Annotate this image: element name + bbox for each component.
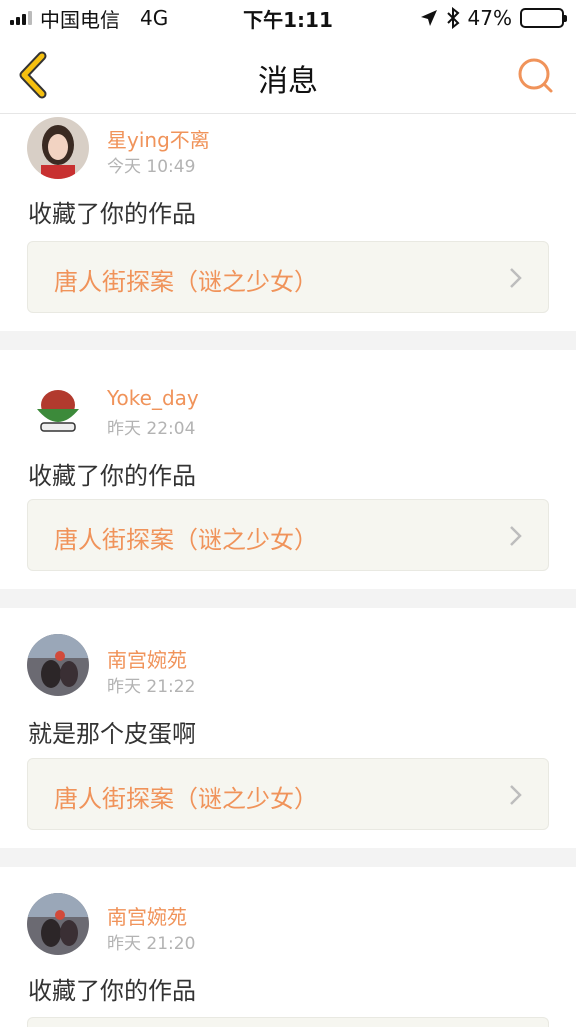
work-title: 唐人街探案（谜之少女）	[54, 268, 318, 296]
signal-icon	[10, 11, 32, 25]
list-item: Yoke_day 昨天 22:04 收藏了你的作品 唐人街探案（谜之少女）	[0, 350, 576, 591]
status-left: 中国电信 4G	[10, 4, 168, 33]
divider	[0, 589, 576, 608]
carrier-name: 中国电信	[40, 7, 120, 32]
chevron-right-icon	[510, 785, 522, 805]
chevron-right-icon	[510, 268, 522, 288]
work-link[interactable]	[27, 1017, 549, 1027]
status-bar: 中国电信 4G 下午1:11 47%	[0, 0, 576, 36]
work-link[interactable]: 唐人街探案（谜之少女）	[27, 241, 549, 313]
username[interactable]: 星ying不离	[107, 124, 210, 153]
work-title: 唐人街探案（谜之少女）	[54, 526, 318, 554]
username[interactable]: 南宫婉苑	[107, 901, 187, 930]
message-text: 收藏了你的作品	[28, 200, 196, 228]
chevron-left-icon[interactable]	[14, 50, 54, 100]
avatar[interactable]	[27, 117, 89, 179]
search-icon[interactable]	[516, 56, 554, 94]
message-text: 收藏了你的作品	[28, 977, 196, 1005]
battery-icon	[520, 8, 567, 28]
network-type: 4G	[140, 6, 169, 30]
timestamp: 昨天 22:04	[107, 419, 196, 439]
list-item: 南宫婉苑 昨天 21:20 收藏了你的作品	[0, 867, 576, 1027]
message-text: 就是那个皮蛋啊	[28, 720, 196, 748]
status-right: 47%	[420, 6, 567, 30]
avatar[interactable]	[27, 379, 89, 441]
work-title: 唐人街探案（谜之少女）	[54, 785, 318, 813]
navigation-bar: 消息	[0, 36, 576, 114]
timestamp: 今天 10:49	[107, 157, 196, 177]
divider	[0, 331, 576, 350]
divider	[0, 848, 576, 867]
location-arrow-icon	[420, 10, 437, 26]
list-item: 星ying不离 今天 10:49 收藏了你的作品 唐人街探案（谜之少女）	[0, 114, 576, 355]
list-item: 南宫婉苑 昨天 21:22 就是那个皮蛋啊 唐人街探案（谜之少女）	[0, 608, 576, 849]
battery-percent: 47%	[467, 6, 512, 30]
message-text: 收藏了你的作品	[28, 462, 196, 490]
avatar[interactable]	[27, 634, 89, 696]
page-title: 消息	[258, 64, 318, 99]
chevron-right-icon	[510, 526, 522, 546]
work-link[interactable]: 唐人街探案（谜之少女）	[27, 758, 549, 830]
avatar[interactable]	[27, 893, 89, 955]
timestamp: 昨天 21:22	[107, 677, 196, 697]
work-link[interactable]: 唐人街探案（谜之少女）	[27, 499, 549, 571]
bluetooth-icon	[446, 7, 460, 29]
username[interactable]: 南宫婉苑	[107, 644, 187, 673]
username[interactable]: Yoke_day	[107, 386, 199, 410]
timestamp: 昨天 21:20	[107, 934, 196, 954]
